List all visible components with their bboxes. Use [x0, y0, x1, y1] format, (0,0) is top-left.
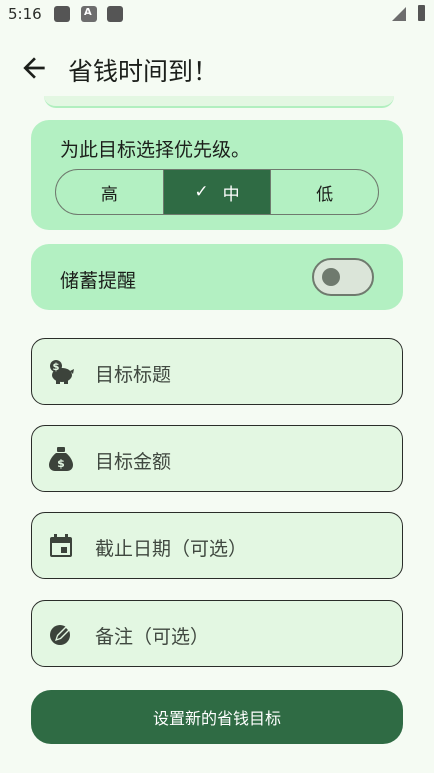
deadline-field[interactable]: 截止日期（可选）: [31, 512, 403, 579]
priority-label: 为此目标选择优先级。: [60, 139, 251, 161]
pencil-icon: [50, 625, 70, 645]
notification-icon: [54, 6, 70, 22]
signal-icon: [392, 7, 406, 21]
priority-option-low[interactable]: 低: [271, 170, 378, 214]
status-time: 5:16: [8, 5, 42, 23]
svg-text:$: $: [53, 362, 60, 373]
piggy-bank-icon: $: [50, 360, 74, 384]
goal-title-field[interactable]: $ 目标标题: [31, 338, 403, 405]
set-savings-goal-button[interactable]: 设置新的省钱目标: [31, 690, 403, 744]
savings-reminder-card: 储蓄提醒: [31, 244, 403, 310]
notes-placeholder: 备注（可选）: [95, 626, 210, 648]
back-button[interactable]: [18, 52, 50, 84]
notification-icon-2: [107, 6, 123, 22]
app-bar: 省钱时间到！: [0, 40, 434, 96]
status-bar: 5:16 A: [0, 0, 434, 30]
notification-letter: A: [84, 7, 92, 18]
savings-reminder-label: 储蓄提醒: [60, 270, 137, 292]
svg-text:$: $: [57, 457, 65, 470]
toggle-knob: [322, 268, 340, 286]
scrolled-card-edge: [44, 96, 394, 108]
money-bag-icon: $: [49, 447, 73, 471]
notes-field[interactable]: 备注（可选）: [31, 600, 403, 667]
battery-icon: [418, 5, 425, 21]
savings-reminder-toggle[interactable]: [312, 258, 374, 296]
priority-card: 为此目标选择优先级。 高 ✓ 中 低: [31, 120, 403, 230]
priority-option-label: 低: [316, 184, 334, 205]
priority-segmented-control: 高 ✓ 中 低: [55, 169, 379, 215]
notification-app-icon: A: [81, 6, 97, 22]
set-savings-goal-label: 设置新的省钱目标: [152, 709, 281, 728]
check-icon: ✓: [194, 182, 209, 202]
deadline-placeholder: 截止日期（可选）: [95, 538, 248, 560]
calendar-icon: [50, 534, 72, 557]
priority-option-label: 高: [100, 184, 118, 205]
priority-option-high[interactable]: 高: [56, 170, 164, 214]
goal-amount-field[interactable]: $ 目标金额: [31, 425, 403, 492]
arrow-left-icon: [23, 57, 45, 79]
goal-title-placeholder: 目标标题: [95, 364, 172, 386]
goal-amount-placeholder: 目标金额: [95, 451, 172, 473]
priority-option-medium[interactable]: ✓ 中: [163, 170, 272, 214]
page-title: 省钱时间到！: [68, 57, 219, 86]
priority-option-label: 中: [222, 184, 240, 205]
